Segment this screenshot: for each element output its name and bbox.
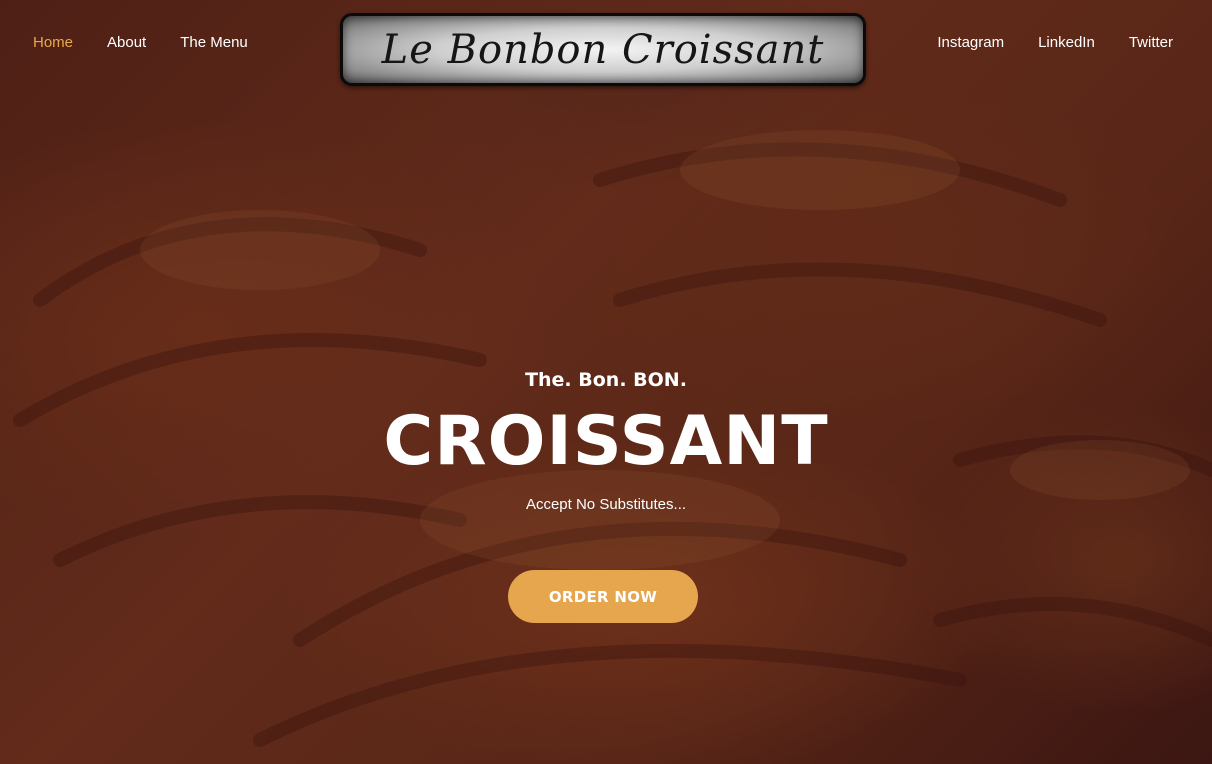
nav-left: Home About The Menu [33,33,282,53]
nav-link-the-menu[interactable]: The Menu [180,33,248,53]
nav-link-twitter[interactable]: Twitter [1129,33,1173,53]
nav-right: Instagram LinkedIn Twitter [903,33,1173,53]
hero-subtext: Accept No Substitutes... [525,496,687,513]
order-now-button[interactable]: ORDER NOW [508,570,698,623]
hero-tagline: The. Bon. BON. [525,369,687,391]
nav-link-about[interactable]: About [107,33,146,53]
nav-link-home[interactable]: Home [33,33,73,53]
logo-text: Le Bonbon Croissant [381,26,825,73]
site-logo[interactable]: Le Bonbon Croissant [340,13,866,86]
hero-headline: CROISSANT [383,402,829,481]
nav-link-instagram[interactable]: Instagram [937,33,1004,53]
nav-link-linkedin[interactable]: LinkedIn [1038,33,1095,53]
